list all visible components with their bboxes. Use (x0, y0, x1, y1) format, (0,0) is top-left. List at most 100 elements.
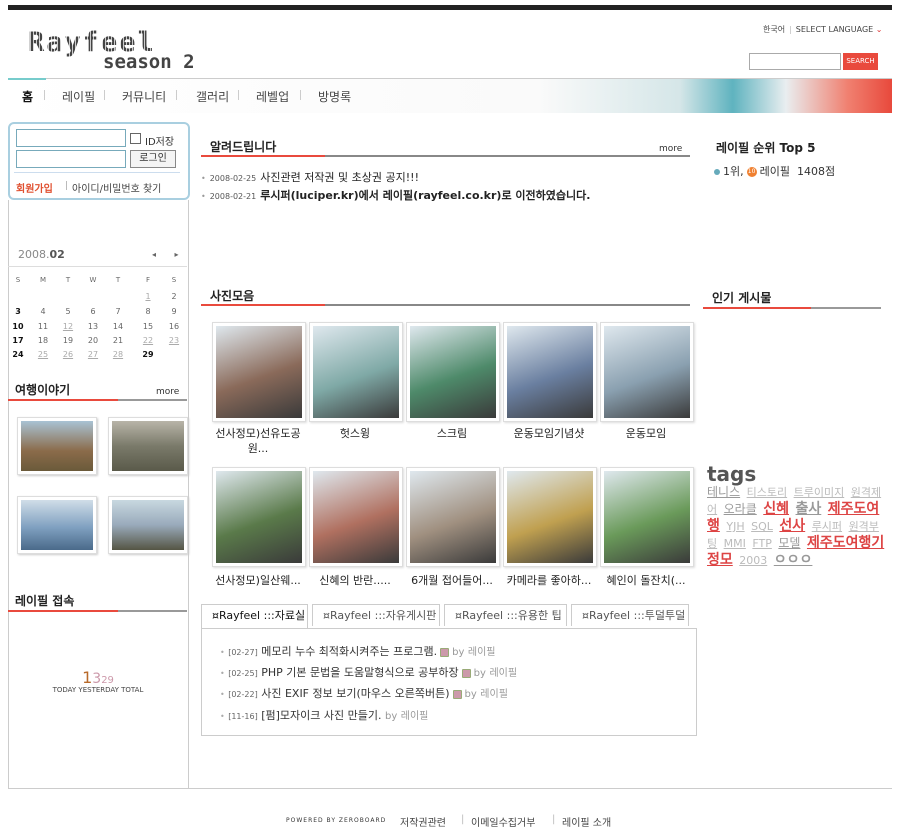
id-input[interactable] (16, 129, 126, 147)
travel-more-link[interactable]: more (156, 387, 179, 397)
nav-gallery[interactable]: 갤러리 (196, 88, 229, 105)
photo-caption[interactable]: 6개월 접어들어... (402, 573, 502, 588)
tag-link[interactable]: 루시퍼 (812, 520, 842, 533)
tag-link[interactable]: SQL (751, 520, 773, 533)
post-title[interactable]: 사진 EXIF 정보 보기(마우스 오른쪽버튼) (261, 687, 449, 700)
nav-home[interactable]: 홈 (22, 88, 33, 105)
notice-item[interactable]: • 2008-02-25 사진관련 저작권 및 초상권 공지!!! (201, 169, 419, 185)
calendar-day[interactable]: 19 (58, 336, 78, 345)
photo-caption[interactable]: 헛스윙 (305, 426, 405, 441)
calendar-day[interactable]: 3 (8, 307, 28, 316)
travel-thumb[interactable] (17, 496, 97, 554)
tag-link[interactable]: 선사 (779, 518, 805, 534)
post-title[interactable]: PHP 기본 문법을 도움말형식으로 공부하장 (261, 666, 458, 679)
rank-name[interactable]: 레이필 (760, 165, 790, 178)
notice-item[interactable]: • 2008-02-21 루시퍼(luciper.kr)에서 레이필(rayfeel… (201, 187, 590, 203)
tab-archive[interactable]: ¤Rayfeel :::자료실 (201, 604, 308, 628)
tag-link[interactable]: MMI (724, 537, 746, 550)
tag-link[interactable]: 오라클 (724, 502, 757, 516)
photo-thumb[interactable] (600, 467, 694, 567)
calendar-day[interactable]: 27 (83, 350, 103, 359)
calendar-day[interactable]: 6 (83, 307, 103, 316)
calendar-day[interactable]: 2 (164, 292, 184, 301)
search-button[interactable]: SEARCH (843, 53, 878, 70)
calendar-day[interactable]: 29 (138, 350, 158, 359)
notice-more-link[interactable]: more (659, 144, 682, 154)
calendar-day[interactable]: 17 (8, 336, 28, 345)
tag-link[interactable]: 신혜 (763, 501, 789, 517)
post-author[interactable]: 레이필 (468, 647, 496, 658)
photo-thumb[interactable] (600, 322, 694, 422)
post-item[interactable]: • [02-27] 메모리 누수 최적화시켜주는 프로그램. by 레이필 (220, 643, 496, 659)
notice-text[interactable]: 루시퍼(luciper.kr)에서 레이필(rayfeel.co.kr)로 이전… (260, 189, 590, 202)
tab-complaints[interactable]: ¤Rayfeel :::투덜투덜 (571, 604, 689, 626)
post-item[interactable]: • [11-16] [펌]모자이크 사진 만들기. by 레이필 (220, 707, 428, 723)
post-author[interactable]: 레이필 (480, 689, 508, 700)
calendar-day[interactable]: 13 (83, 322, 103, 331)
footer-link-about[interactable]: 레이필 소개 (562, 814, 611, 829)
calendar-day[interactable]: 18 (33, 336, 53, 345)
photo-caption[interactable]: 선사정모)선유도공원... (208, 426, 308, 456)
find-account-link[interactable]: 아이디/비밀번호 찾기 (72, 180, 161, 195)
calendar-day[interactable]: 16 (164, 322, 184, 331)
photo-caption[interactable]: 운동모임 (596, 426, 696, 441)
tag-link[interactable]: YJH (726, 520, 744, 533)
tag-link[interactable]: 모델 (778, 536, 800, 550)
calendar-day[interactable]: 11 (33, 322, 53, 331)
calendar-day[interactable]: 22 (138, 336, 158, 345)
nav-rayfeel[interactable]: 레이필 (62, 88, 95, 105)
photo-caption[interactable]: 스크림 (402, 426, 502, 441)
calendar-day[interactable]: 26 (58, 350, 78, 359)
footer-link-copyright[interactable]: 저작권관련 (400, 814, 446, 829)
post-author[interactable]: 레이필 (489, 668, 517, 679)
calendar-day[interactable]: 5 (58, 307, 78, 316)
calendar-day[interactable]: 21 (108, 336, 128, 345)
post-title[interactable]: [펌]모자이크 사진 만들기. (261, 709, 381, 722)
photo-thumb[interactable] (309, 467, 403, 567)
select-language-label[interactable]: SELECT LANGUAGE (796, 25, 873, 34)
travel-thumb[interactable] (108, 496, 188, 554)
travel-thumb[interactable] (17, 417, 97, 475)
calendar-day[interactable]: 20 (83, 336, 103, 345)
photo-thumb[interactable] (503, 322, 597, 422)
search-input[interactable] (749, 53, 841, 70)
photo-caption[interactable]: 운동모임기념샷 (499, 426, 599, 441)
calendar-day[interactable]: 23 (164, 336, 184, 345)
login-button[interactable]: 로그인 (130, 150, 176, 168)
photo-thumb[interactable] (406, 322, 500, 422)
calendar-day[interactable]: 1 (138, 292, 158, 301)
remember-id-checkbox[interactable] (130, 133, 141, 144)
tag-link[interactable]: ㅇㅇㅇ (774, 552, 813, 568)
calendar-day[interactable]: 12 (58, 322, 78, 331)
calendar-day[interactable]: 4 (33, 307, 53, 316)
nav-guestbook[interactable]: 방명록 (318, 88, 351, 105)
nav-levelup[interactable]: 레벨업 (256, 88, 289, 105)
notice-text[interactable]: 사진관련 저작권 및 초상권 공지!!! (260, 171, 419, 184)
tab-useful-tips[interactable]: ¤Rayfeel :::유용한 팁 (444, 604, 567, 626)
calendar-day[interactable]: 15 (138, 322, 158, 331)
site-logo[interactable]: Rayfeel season 2 (28, 28, 195, 74)
tag-link[interactable]: 트루이미지 (794, 486, 845, 499)
calendar-nav-arrows[interactable]: ◂ ▸ (152, 250, 187, 259)
calendar-day[interactable]: 24 (8, 350, 28, 359)
photo-caption[interactable]: 선사정모)일산웨... (208, 573, 308, 588)
tag-link[interactable]: 테니스 (707, 485, 740, 499)
calendar-day[interactable]: 10 (8, 322, 28, 331)
calendar-day[interactable]: 25 (33, 350, 53, 359)
photo-caption[interactable]: 혜인이 돌잔치(... (596, 573, 696, 588)
nav-community[interactable]: 커뮤니티 (122, 88, 166, 105)
calendar-day[interactable]: 14 (108, 322, 128, 331)
tag-link[interactable]: FTP (752, 537, 772, 550)
photo-caption[interactable]: 카메라를 좋아하... (499, 573, 599, 588)
tag-link[interactable]: 티스토리 (747, 486, 787, 499)
tab-free-board[interactable]: ¤Rayfeel :::자유게시판 (312, 604, 440, 626)
photo-thumb[interactable] (309, 322, 403, 422)
post-item[interactable]: • [02-25] PHP 기본 문법을 도움말형식으로 공부하장 by 레이필 (220, 664, 517, 680)
footer-link-email[interactable]: 이메일수집거부 (471, 814, 535, 829)
language-selector[interactable]: 한국어 | SELECT LANGUAGE ⌄ (763, 24, 882, 35)
calendar-day[interactable]: 28 (108, 350, 128, 359)
join-link[interactable]: 회원가입 (16, 180, 53, 195)
calendar-day[interactable]: 7 (108, 307, 128, 316)
calendar-day[interactable]: 9 (164, 307, 184, 316)
post-item[interactable]: • [02-22] 사진 EXIF 정보 보기(마우스 오른쪽버튼) by 레이필 (220, 685, 508, 701)
